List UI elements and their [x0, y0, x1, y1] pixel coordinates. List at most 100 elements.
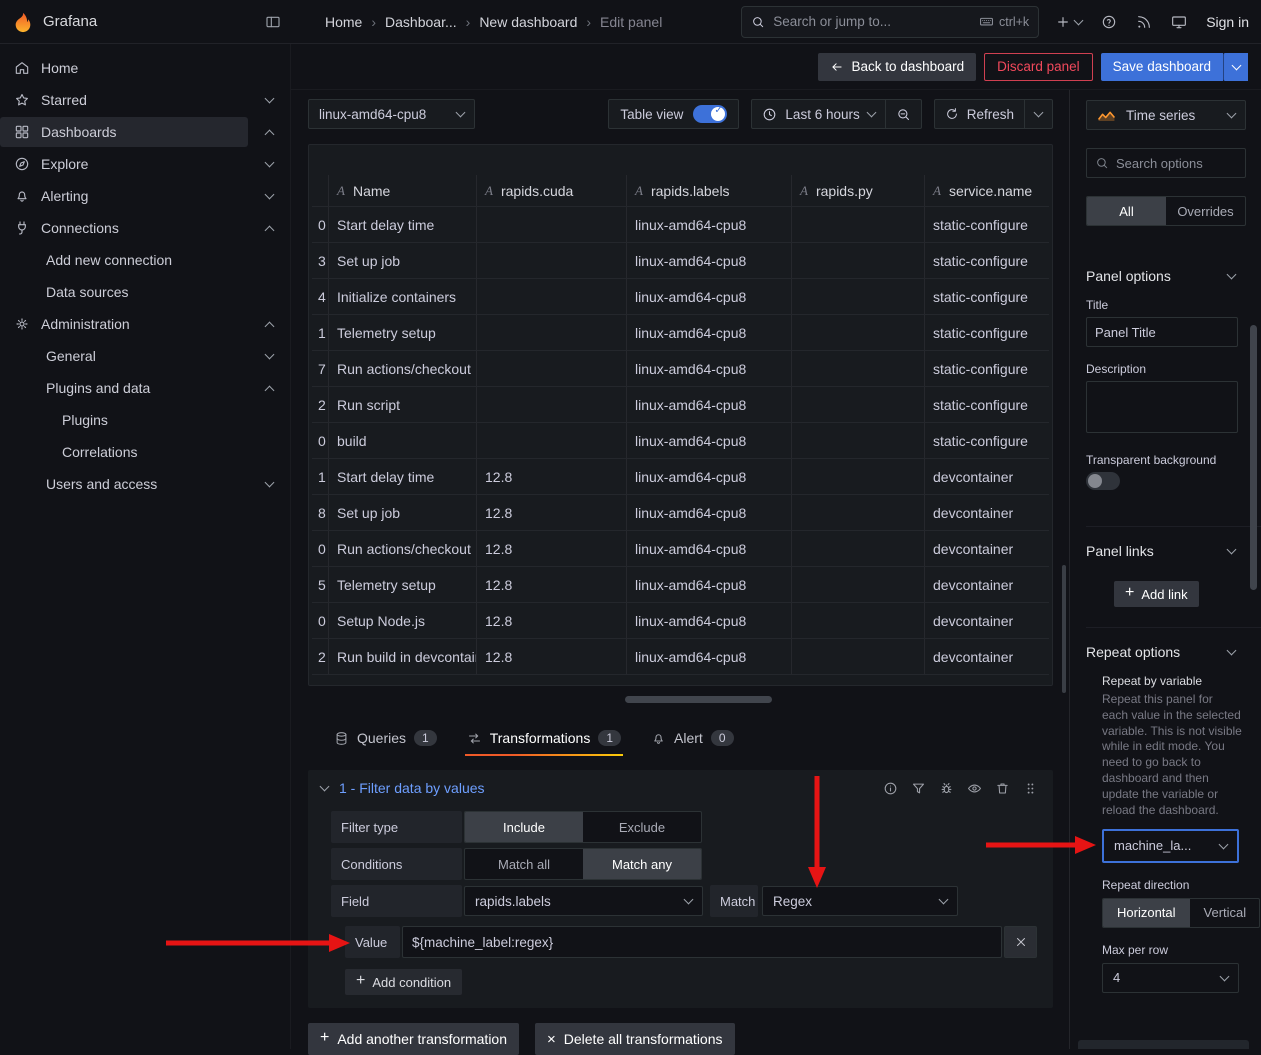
- options-search[interactable]: [1086, 148, 1246, 178]
- sidebar-item-explore[interactable]: Explore: [0, 149, 248, 179]
- options-search-input[interactable]: [1116, 156, 1237, 171]
- value-input[interactable]: [402, 926, 1002, 958]
- zoom-out-button[interactable]: [886, 99, 922, 129]
- chevron-up-icon[interactable]: [248, 223, 290, 234]
- sidebar-item-general[interactable]: General: [0, 341, 248, 371]
- option-all[interactable]: All: [1087, 197, 1166, 225]
- sidebar-item-users-and-access[interactable]: Users and access: [0, 469, 248, 499]
- discard-panel-button[interactable]: Discard panel: [984, 53, 1093, 81]
- chevron-up-icon[interactable]: [248, 383, 290, 394]
- kiosk-mode-icon[interactable]: [1171, 14, 1187, 30]
- option-vertical[interactable]: Vertical: [1190, 899, 1260, 927]
- collapse-icon[interactable]: [320, 782, 330, 792]
- sidebar-item-correlations[interactable]: Correlations: [0, 437, 290, 467]
- sidebar-toggle-icon[interactable]: [265, 14, 281, 30]
- table-cell: [792, 243, 925, 278]
- panel-options-heading[interactable]: Panel options: [1086, 268, 1237, 284]
- chevron-up-icon[interactable]: [248, 319, 290, 330]
- option-exclude[interactable]: Exclude: [583, 812, 701, 842]
- sidebar: HomeStarredDashboardsExploreAlertingConn…: [0, 44, 291, 1049]
- help-icon[interactable]: [1101, 14, 1117, 30]
- delete-transformation-icon[interactable]: [995, 781, 1010, 796]
- transparent-background-toggle[interactable]: [1086, 472, 1120, 490]
- news-icon[interactable]: [1136, 14, 1152, 30]
- chevron-down-icon[interactable]: [248, 194, 290, 198]
- table-cell: Run build in devcontainer: [329, 639, 477, 674]
- repeat-variable-select[interactable]: machine_la...: [1102, 829, 1239, 863]
- transformation-title[interactable]: 1 - Filter data by values: [339, 780, 485, 796]
- tab-queries[interactable]: Queries1: [334, 720, 437, 756]
- time-range-picker[interactable]: Last 6 hours: [751, 99, 885, 129]
- max-per-row-select[interactable]: 4: [1102, 963, 1239, 993]
- refresh-interval-caret[interactable]: [1025, 99, 1053, 129]
- sidebar-item-alerting[interactable]: Alerting: [0, 181, 248, 211]
- save-dashboard-button[interactable]: Save dashboard: [1101, 53, 1223, 81]
- delete-all-transformations-button[interactable]: × Delete all transformations: [535, 1023, 735, 1055]
- table-view-toggle[interactable]: [693, 105, 727, 123]
- panel-links-heading[interactable]: Panel links: [1086, 543, 1237, 559]
- sidebar-item-dashboards[interactable]: Dashboards: [0, 117, 248, 147]
- remove-value-button[interactable]: [1004, 926, 1037, 958]
- transparent-background-label: Transparent background: [1086, 453, 1237, 467]
- breadcrumb-item-home[interactable]: Home: [325, 14, 362, 30]
- info-icon[interactable]: [883, 781, 898, 796]
- options-pane: Time series AllOverrides Panel options T…: [1069, 90, 1261, 1049]
- add-transformation-button[interactable]: + Add another transformation: [308, 1023, 519, 1055]
- scrollbar-thumb[interactable]: [625, 696, 772, 703]
- chevron-down-icon[interactable]: [248, 162, 290, 166]
- chevron-down-icon[interactable]: [248, 354, 290, 358]
- save-dashboard-caret-button[interactable]: [1223, 53, 1248, 81]
- match-select[interactable]: Regex: [762, 886, 958, 916]
- column-header-rapids-py[interactable]: rapids.py: [792, 175, 925, 206]
- chevron-up-icon[interactable]: [248, 127, 290, 138]
- search-input[interactable]: [773, 14, 971, 29]
- editor-scrollbar[interactable]: [1062, 565, 1066, 693]
- horizontal-scrollbar[interactable]: [308, 696, 1053, 704]
- panel-description-input[interactable]: [1086, 381, 1238, 433]
- grafana-logo-icon[interactable]: [12, 11, 34, 33]
- template-variable-select[interactable]: linux-amd64-cpu8: [308, 99, 475, 129]
- option-match-any[interactable]: Match any: [583, 849, 701, 879]
- add-link-button[interactable]: + Add link: [1114, 581, 1199, 607]
- filter-icon[interactable]: [911, 781, 926, 796]
- search-bar[interactable]: ctrl+k: [741, 6, 1039, 38]
- sidebar-item-home[interactable]: Home: [0, 53, 290, 83]
- sidebar-item-administration[interactable]: Administration: [0, 309, 248, 339]
- breadcrumb-item-dashboar[interactable]: Dashboar...: [385, 14, 457, 30]
- back-to-dashboard-button[interactable]: Back to dashboard: [818, 53, 977, 81]
- refresh-button[interactable]: Refresh: [934, 99, 1025, 129]
- column-header-service-name[interactable]: service.name: [925, 175, 1049, 206]
- add-condition-button[interactable]: + Add condition: [345, 969, 462, 995]
- option-horizontal[interactable]: Horizontal: [1103, 899, 1190, 927]
- chevron-down-icon[interactable]: [248, 98, 290, 102]
- sign-in-button[interactable]: Sign in: [1206, 14, 1249, 30]
- repeat-options-heading[interactable]: Repeat options: [1086, 644, 1237, 660]
- column-header-rapids-cuda[interactable]: rapids.cuda: [477, 175, 627, 206]
- options-scrollbar[interactable]: [1250, 325, 1257, 590]
- chevron-down-icon[interactable]: [248, 482, 290, 486]
- breadcrumb-item-new-dashboard[interactable]: New dashboard: [479, 14, 577, 30]
- transformation-editor: 1 - Filter data by values Filter type In…: [308, 770, 1053, 1008]
- tab-transformations[interactable]: Transformations1: [467, 720, 621, 756]
- arrow-left-icon: [830, 60, 844, 74]
- visualization-picker[interactable]: Time series: [1086, 100, 1246, 130]
- sidebar-item-connections[interactable]: Connections: [0, 213, 248, 243]
- sidebar-item-starred[interactable]: Starred: [0, 85, 248, 115]
- option-include[interactable]: Include: [465, 812, 583, 842]
- field-select[interactable]: rapids.labels: [464, 886, 703, 916]
- option-overrides[interactable]: Overrides: [1166, 197, 1245, 225]
- next-options-section-peek[interactable]: [1078, 1040, 1249, 1049]
- column-header-name[interactable]: Name: [329, 175, 477, 206]
- drag-handle-icon[interactable]: [1023, 781, 1038, 796]
- debug-icon[interactable]: [939, 781, 954, 796]
- sidebar-item-plugins-and-data[interactable]: Plugins and data: [0, 373, 248, 403]
- sidebar-item-add-new-connection[interactable]: Add new connection: [0, 245, 290, 275]
- column-header-rapids-labels[interactable]: rapids.labels: [627, 175, 792, 206]
- option-match-all[interactable]: Match all: [465, 849, 583, 879]
- sidebar-item-data-sources[interactable]: Data sources: [0, 277, 290, 307]
- preview-icon[interactable]: [967, 781, 982, 796]
- new-menu-button[interactable]: [1055, 14, 1082, 30]
- panel-title-input[interactable]: [1086, 317, 1238, 347]
- sidebar-item-plugins[interactable]: Plugins: [0, 405, 290, 435]
- tab-alert[interactable]: Alert0: [651, 720, 733, 756]
